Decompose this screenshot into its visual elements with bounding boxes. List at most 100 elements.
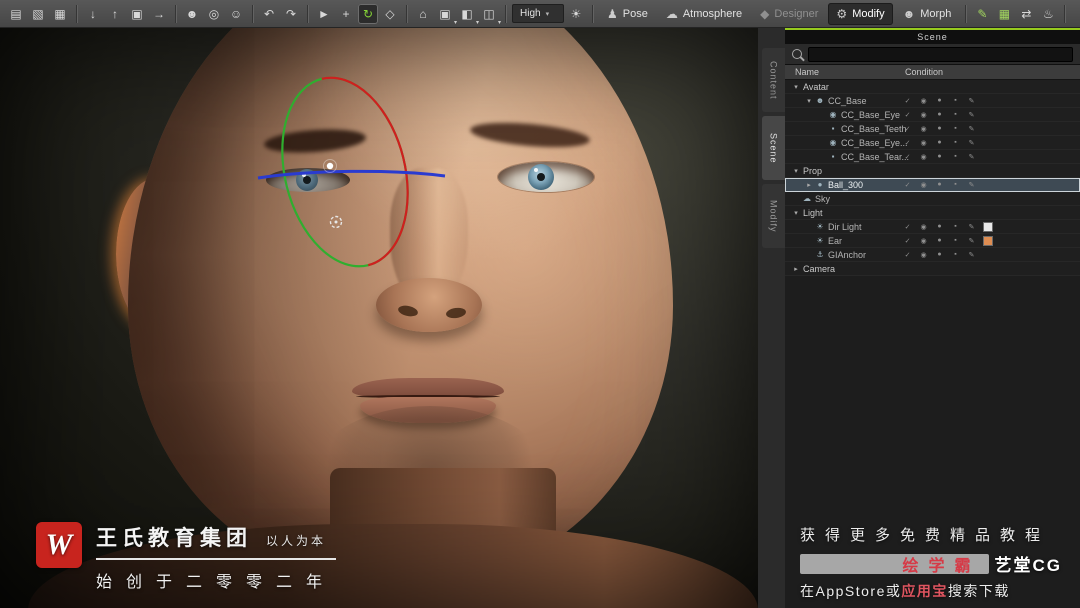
zoom-character-icon[interactable]: ◎: [204, 4, 224, 24]
gizmo-red-arc[interactable]: [321, 64, 427, 267]
edit-icon[interactable]: ✎: [967, 125, 976, 133]
render-icon[interactable]: ▪: [951, 111, 960, 118]
scene-row-ear[interactable]: ☀ Ear ✓ ◉ ● ▪ ✎: [785, 234, 1080, 248]
split-view-icon[interactable]: ◧ ▾: [457, 4, 479, 26]
render-icon[interactable]: ▪: [951, 237, 960, 244]
edit-icon[interactable]: ✎: [967, 97, 976, 105]
enable-icon[interactable]: ✓: [903, 181, 912, 189]
bake-icon[interactable]: ♨: [1038, 4, 1058, 24]
lock-icon[interactable]: ●: [935, 153, 944, 160]
atmosphere-button[interactable]: ☁ Atmosphere: [658, 3, 750, 25]
tab-scene[interactable]: Scene: [762, 116, 785, 180]
visibility-icon[interactable]: ◉: [919, 153, 928, 161]
quality-select[interactable]: High ▾: [512, 4, 564, 23]
expand-arrow-icon[interactable]: ▾: [791, 209, 801, 217]
render-icon[interactable]: ▪: [951, 97, 960, 104]
render-icon[interactable]: ▪: [951, 251, 960, 258]
expand-arrow-icon[interactable]: ▸: [804, 181, 814, 189]
scene-row-avatar[interactable]: ▾ Avatar: [785, 80, 1080, 94]
edit-icon[interactable]: ✎: [967, 223, 976, 231]
light-color-swatch[interactable]: [983, 221, 993, 232]
viewport-3d[interactable]: [0, 28, 758, 608]
edit-icon[interactable]: ✎: [967, 153, 976, 161]
scale-tool-icon[interactable]: ◇: [380, 4, 400, 24]
edit-icon[interactable]: ✎: [967, 251, 976, 259]
visibility-icon[interactable]: ◉: [919, 223, 928, 231]
gizmo-blue-axis[interactable]: [257, 169, 446, 180]
home-view-icon[interactable]: ⌂: [413, 4, 433, 24]
lock-icon[interactable]: ●: [935, 139, 944, 146]
lock-icon[interactable]: ●: [935, 251, 944, 258]
visibility-icon[interactable]: ◉: [919, 237, 928, 245]
scene-row-light[interactable]: ▾ Light: [785, 206, 1080, 220]
visibility-icon[interactable]: ◉: [919, 139, 928, 147]
scene-row-prop[interactable]: ▾ Prop: [785, 164, 1080, 178]
visibility-icon[interactable]: ◉: [919, 181, 928, 189]
visibility-icon[interactable]: ◉: [919, 251, 928, 259]
rotate-tool-icon[interactable]: ↻: [358, 3, 378, 24]
scene-row-camera[interactable]: ▸ Camera: [785, 262, 1080, 276]
modify-button[interactable]: ⚙ Modify: [828, 2, 893, 25]
open-icon[interactable]: ▧: [28, 4, 48, 24]
scene-row-ball-300[interactable]: ▸ ● Ball_300 ✓ ◉ ● ▪ ✎: [785, 178, 1080, 192]
transfer-icon[interactable]: ⇄: [1016, 4, 1036, 24]
morph-button[interactable]: ☻ Morph: [895, 3, 960, 25]
lock-icon[interactable]: ●: [935, 237, 944, 244]
exposure-icon[interactable]: ☀: [566, 4, 586, 24]
camera-view-icon[interactable]: ▣ ▾: [435, 4, 457, 26]
render-icon[interactable]: ▪: [951, 223, 960, 230]
sculpt-icon[interactable]: ✎: [972, 4, 992, 24]
lock-icon[interactable]: ●: [935, 97, 944, 104]
scene-row-gianchor[interactable]: ⚓ GIAnchor ✓ ◉ ● ▪ ✎: [785, 248, 1080, 262]
rotate-gizmo[interactable]: [240, 62, 455, 277]
light-color-swatch[interactable]: [983, 235, 993, 246]
select-tool-icon[interactable]: ►: [314, 4, 334, 24]
export-icon[interactable]: ↑: [105, 4, 125, 24]
scene-row-cc-base-eye[interactable]: ◉ CC_Base_Eye... ✓ ◉ ● ▪ ✎: [785, 136, 1080, 150]
tab-modify[interactable]: Modify: [762, 184, 785, 248]
scene-row-sky[interactable]: ☁ Sky: [785, 192, 1080, 206]
edit-icon[interactable]: ✎: [967, 181, 976, 189]
visibility-icon[interactable]: ◉: [919, 125, 928, 133]
save-icon[interactable]: ▦: [50, 4, 70, 24]
enable-icon[interactable]: ✓: [903, 97, 912, 105]
redo-icon[interactable]: ↷: [281, 4, 301, 24]
enable-icon[interactable]: ✓: [903, 223, 912, 231]
send-to-icon[interactable]: →: [149, 4, 169, 24]
scene-row-cc-base-tear[interactable]: ▪ CC_Base_Tear... ✓ ◉ ● ▪ ✎: [785, 150, 1080, 164]
render-icon[interactable]: ▪: [951, 125, 960, 132]
enable-icon[interactable]: ✓: [903, 125, 912, 133]
instalod-button[interactable]: ◉InstaLOD▾: [1071, 3, 1080, 25]
lock-icon[interactable]: ●: [935, 111, 944, 118]
lock-icon[interactable]: ●: [935, 223, 944, 230]
new-icon[interactable]: ▤: [6, 4, 26, 24]
render-icon[interactable]: ▪: [951, 181, 960, 188]
visibility-icon[interactable]: ◉: [919, 111, 928, 119]
scene-row-cc-base-teeth[interactable]: ▪ CC_Base_Teeth ✓ ◉ ● ▪ ✎: [785, 122, 1080, 136]
search-input[interactable]: [808, 46, 1073, 62]
expand-arrow-icon[interactable]: ▾: [791, 167, 801, 175]
move-tool-icon[interactable]: +: [336, 4, 356, 24]
enable-icon[interactable]: ✓: [903, 153, 912, 161]
scene-row-dir-light[interactable]: ☀ Dir Light ✓ ◉ ● ▪ ✎: [785, 220, 1080, 234]
expand-arrow-icon[interactable]: ▸: [791, 265, 801, 273]
visibility-icon[interactable]: ◉: [919, 97, 928, 105]
tab-content[interactable]: Content: [762, 48, 785, 112]
expand-arrow-icon[interactable]: ▾: [791, 83, 801, 91]
scene-row-cc-base[interactable]: ▾ ☻ CC_Base ✓ ◉ ● ▪ ✎: [785, 94, 1080, 108]
expand-arrow-icon[interactable]: ▾: [804, 97, 814, 105]
import-icon[interactable]: ↓: [83, 4, 103, 24]
lock-icon[interactable]: ●: [935, 125, 944, 132]
enable-icon[interactable]: ✓: [903, 111, 912, 119]
enable-icon[interactable]: ✓: [903, 251, 912, 259]
screenshot-icon[interactable]: ▣: [127, 4, 147, 24]
render-icon[interactable]: ▪: [951, 139, 960, 146]
pose-button[interactable]: ♟ Pose: [599, 3, 656, 25]
undo-icon[interactable]: ↶: [259, 4, 279, 24]
scene-row-cc-base-eye[interactable]: ◉ CC_Base_Eye ✓ ◉ ● ▪ ✎: [785, 108, 1080, 122]
paint-icon[interactable]: ▦: [994, 4, 1014, 24]
enable-icon[interactable]: ✓: [903, 237, 912, 245]
character-export-icon[interactable]: ☺: [226, 4, 246, 24]
character-icon[interactable]: ☻: [182, 4, 202, 24]
edit-icon[interactable]: ✎: [967, 237, 976, 245]
